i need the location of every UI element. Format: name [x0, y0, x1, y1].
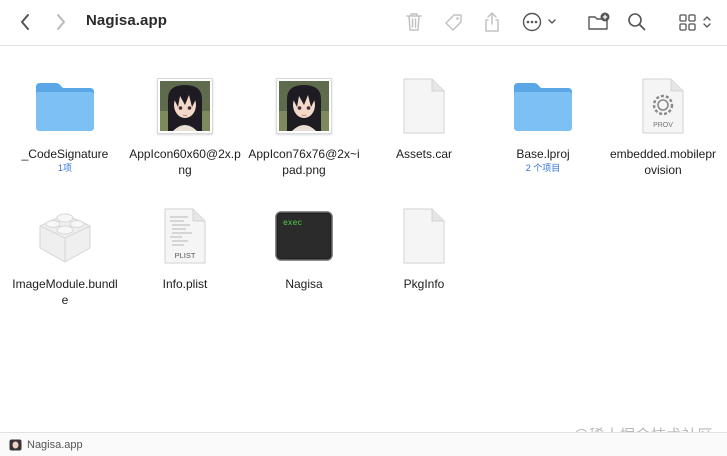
more-actions-button[interactable]: [521, 9, 561, 35]
file-name: Base.lproj: [516, 147, 570, 161]
file-name: Info.plist: [162, 277, 208, 291]
file-name: ImageModule.bundle: [12, 277, 118, 307]
file-item-codesignature[interactable]: _CodeSignature 1项: [5, 74, 125, 174]
file-badge: PROV: [653, 122, 673, 129]
trash-button[interactable]: [402, 9, 426, 35]
app-icon: [9, 439, 22, 451]
file-name: AppIcon60x60@2x.png: [129, 147, 241, 177]
toolbar: Nagisa.app: [0, 0, 727, 46]
path-item[interactable]: Nagisa.app: [27, 439, 83, 451]
more-icon: [522, 12, 556, 32]
item-count: 2 个项目: [525, 163, 561, 173]
document-icon: [403, 78, 445, 134]
file-item-appicon60[interactable]: AppIcon60x60@2x.png: [125, 74, 245, 178]
plist-file-icon: PLIST: [164, 208, 206, 264]
trash-icon: [406, 13, 422, 31]
file-badge: PLIST: [175, 251, 196, 260]
view-grid-icon: [679, 14, 711, 31]
file-name: Assets.car: [395, 147, 452, 161]
bundle-icon: [39, 213, 91, 263]
provision-file-icon: PROV: [642, 78, 684, 134]
file-item-pkginfo[interactable]: PkgInfo: [364, 204, 484, 292]
folder-icon: [36, 83, 94, 131]
image-thumbnail-icon: [276, 78, 332, 134]
file-item-provision[interactable]: PROV embedded.mobileprovision: [603, 74, 723, 178]
file-item-imagemodule-bundle[interactable]: ImageModule.bundle: [5, 204, 125, 308]
window-title: Nagisa.app: [86, 12, 168, 29]
back-button[interactable]: [14, 9, 36, 35]
share-button[interactable]: [481, 9, 503, 35]
document-icon: [403, 208, 445, 264]
forward-button[interactable]: [50, 9, 72, 35]
search-icon: [628, 13, 646, 31]
view-mode-button[interactable]: [676, 9, 716, 35]
file-item-assets-car[interactable]: Assets.car: [364, 74, 484, 162]
search-button[interactable]: [626, 9, 648, 35]
chevron-left-icon: [21, 14, 29, 30]
folder-icon: [514, 83, 572, 131]
file-item-base-lproj[interactable]: Base.lproj 2 个项目: [483, 74, 603, 174]
file-badge: exec: [283, 219, 302, 228]
tag-button[interactable]: [441, 9, 467, 35]
chevron-right-icon: [57, 14, 65, 30]
file-name: AppIcon76x76@2x~ipad.png: [248, 147, 360, 177]
file-name: _CodeSignature: [21, 147, 109, 161]
new-folder-icon: [588, 12, 610, 30]
terminal-exec-icon: exec: [275, 211, 333, 261]
file-item-info-plist[interactable]: PLIST Info.plist: [125, 204, 245, 292]
file-item-nagisa-exec[interactable]: exec Nagisa: [244, 204, 364, 292]
new-folder-button[interactable]: [586, 9, 612, 35]
file-name: Nagisa: [285, 277, 323, 291]
path-bar: Nagisa.app: [0, 432, 727, 456]
file-item-appicon76[interactable]: AppIcon76x76@2x~ipad.png: [244, 74, 364, 178]
tag-icon: [445, 14, 462, 31]
file-grid: _CodeSignature 1项 AppIcon60x60@2x.png Ap…: [0, 46, 727, 432]
image-thumbnail-icon: [157, 78, 213, 134]
share-icon: [485, 12, 499, 32]
file-name: embedded.mobileprovision: [609, 147, 717, 177]
item-count: 1项: [57, 163, 72, 173]
file-name: PkgInfo: [403, 277, 445, 291]
